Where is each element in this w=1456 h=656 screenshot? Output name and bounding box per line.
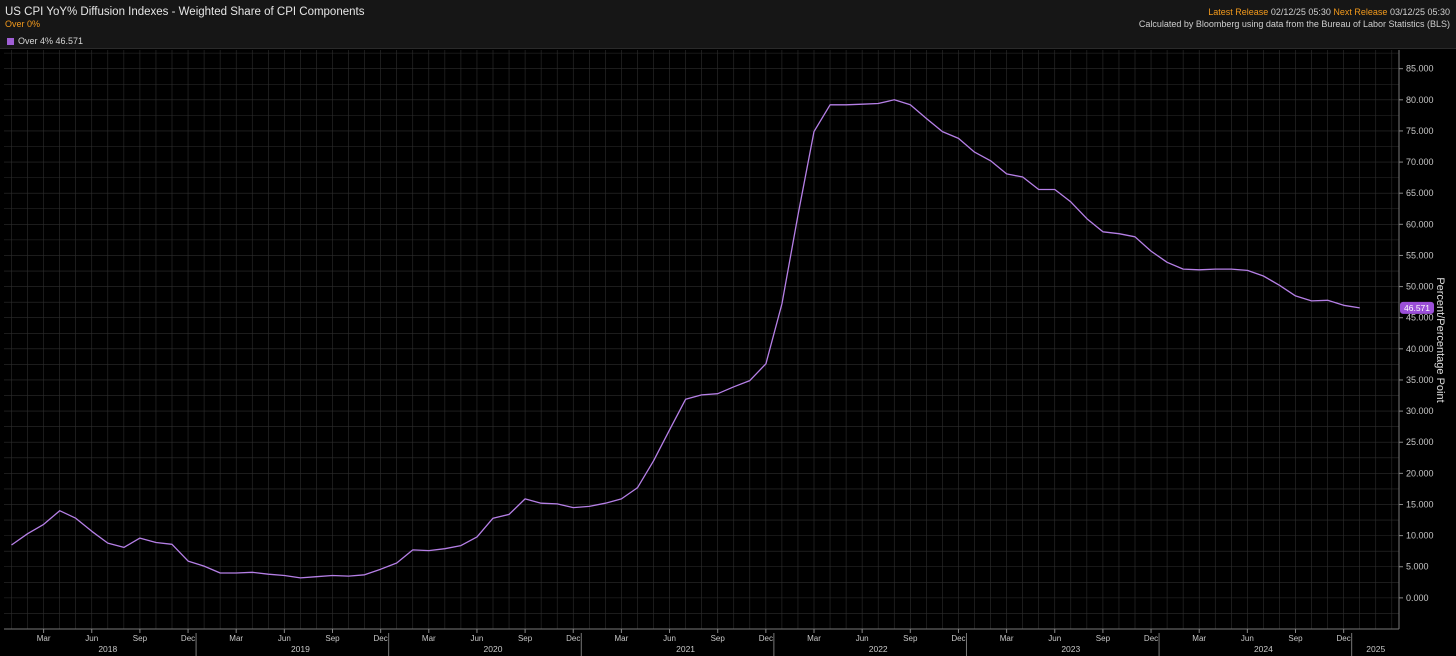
y-tick-label: 75.000 bbox=[1406, 126, 1434, 136]
y-tick-label: 10.000 bbox=[1406, 531, 1434, 541]
year-label: 2021 bbox=[676, 644, 695, 654]
year-label: 2018 bbox=[98, 644, 117, 654]
y-tick-label: 5.000 bbox=[1406, 562, 1429, 572]
x-tick-label: Jun bbox=[1048, 634, 1061, 643]
x-tick-label: Mar bbox=[615, 634, 629, 643]
x-tick-label: Sep bbox=[711, 634, 726, 643]
x-tick-label: Mar bbox=[422, 634, 436, 643]
y-tick-label: 15.000 bbox=[1406, 499, 1434, 509]
y-tick-label: 40.000 bbox=[1406, 344, 1434, 354]
x-tick-label: Dec bbox=[759, 634, 773, 643]
x-tick-label: Sep bbox=[1096, 634, 1111, 643]
y-tick-label: 85.000 bbox=[1406, 64, 1434, 74]
x-tick-label: Mar bbox=[229, 634, 243, 643]
x-tick-label: Mar bbox=[807, 634, 821, 643]
x-tick-label: Jun bbox=[856, 634, 869, 643]
y-tick-label: 80.000 bbox=[1406, 95, 1434, 105]
y-tick-label: 0.000 bbox=[1406, 593, 1429, 603]
x-tick-label: Mar bbox=[1000, 634, 1014, 643]
line-chart: 0.000 5.000 10.000 15.000 20.000 25.000 30.000… bbox=[4, 50, 1446, 656]
x-tick-label: Jun bbox=[278, 634, 291, 643]
x-tick-label: Dec bbox=[566, 634, 580, 643]
x-tick-label: Jun bbox=[470, 634, 483, 643]
y-tick-label: 35.000 bbox=[1406, 375, 1434, 385]
year-label: 2019 bbox=[291, 644, 310, 654]
y-tick-label: 50.000 bbox=[1406, 282, 1434, 292]
y-tick-label: 60.000 bbox=[1406, 219, 1434, 229]
x-tick-label: Dec bbox=[1337, 634, 1351, 643]
y-tick-label: 25.000 bbox=[1406, 437, 1434, 447]
year-label: 2022 bbox=[869, 644, 888, 654]
x-tick-label: Jun bbox=[1241, 634, 1254, 643]
y-tick-label: 45.000 bbox=[1406, 313, 1434, 323]
year-label: 2023 bbox=[1061, 644, 1080, 654]
y-tick-label: 70.000 bbox=[1406, 157, 1434, 167]
y-axis-label: Percent/Percentage Point bbox=[1434, 277, 1446, 402]
x-tick-label: Jun bbox=[663, 634, 676, 643]
x-tick-label: Dec bbox=[951, 634, 965, 643]
x-tick-label: Mar bbox=[37, 634, 51, 643]
x-tick-label: Dec bbox=[1144, 634, 1158, 643]
x-tick-label: Sep bbox=[518, 634, 533, 643]
x-tick-label: Dec bbox=[181, 634, 195, 643]
y-tick-label: 20.000 bbox=[1406, 468, 1434, 478]
x-tick-label: Sep bbox=[133, 634, 148, 643]
x-tick-label: Mar bbox=[1192, 634, 1206, 643]
y-tick-label: 55.000 bbox=[1406, 250, 1434, 260]
x-tick-label: Sep bbox=[903, 634, 918, 643]
last-value-label: 46.571 bbox=[1404, 303, 1430, 313]
x-tick-label: Jun bbox=[85, 634, 98, 643]
x-tick-label: Dec bbox=[374, 634, 388, 643]
x-tick-label: Sep bbox=[1288, 634, 1303, 643]
year-label: 2025 bbox=[1366, 644, 1385, 654]
year-label: 2020 bbox=[484, 644, 503, 654]
y-tick-label: 30.000 bbox=[1406, 406, 1434, 416]
y-tick-label: 65.000 bbox=[1406, 188, 1434, 198]
x-tick-label: Sep bbox=[325, 634, 340, 643]
year-label: 2024 bbox=[1254, 644, 1273, 654]
